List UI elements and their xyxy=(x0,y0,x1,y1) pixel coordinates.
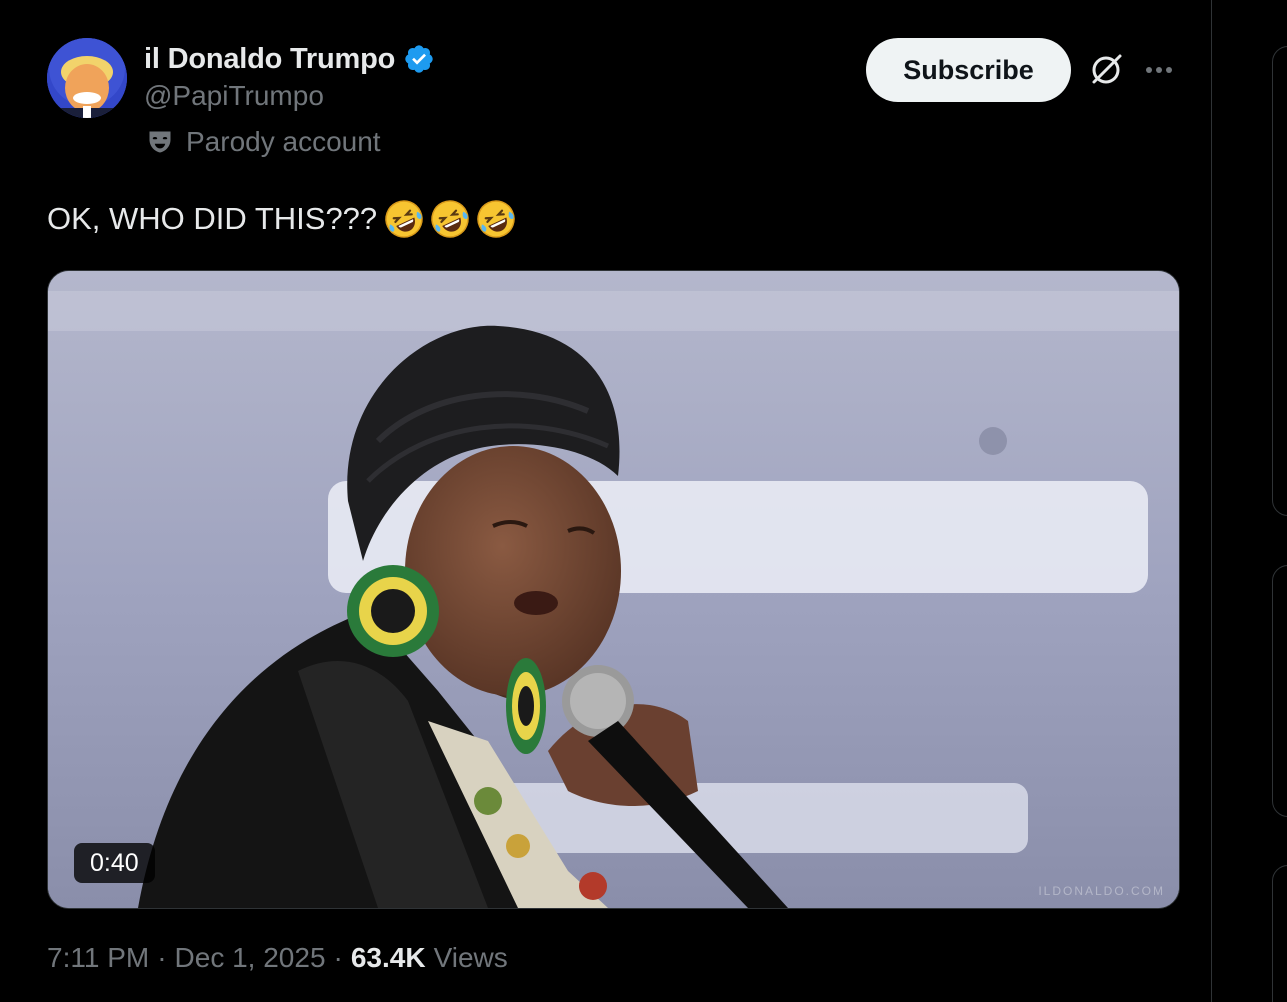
verified-badge-icon[interactable] xyxy=(403,43,435,75)
tweet-text: OK, WHO DID THIS??? xyxy=(47,198,517,240)
tweet-date[interactable]: Dec 1, 2025 xyxy=(175,942,326,974)
video-player[interactable]: 0:40 ILDONALDO.COM xyxy=(47,270,1180,909)
column-divider xyxy=(1211,0,1212,1002)
sidebar-card[interactable] xyxy=(1272,46,1287,516)
meta-separator: · xyxy=(333,942,343,973)
author-name-row[interactable]: il Donaldo Trumpo xyxy=(144,38,435,80)
author-handle[interactable]: @PapiTrumpo xyxy=(144,80,324,112)
rolling-laughing-emoji-icon xyxy=(385,200,423,238)
emoji-group xyxy=(379,198,517,240)
views-label: Views xyxy=(433,942,508,973)
tweet-time[interactable]: 7:11 PM xyxy=(47,942,149,974)
avatar-image xyxy=(47,38,127,118)
grok-icon[interactable] xyxy=(1088,52,1124,88)
author-avatar[interactable] xyxy=(47,38,127,118)
sidebar-card[interactable] xyxy=(1272,565,1287,817)
sidebar-card[interactable] xyxy=(1272,865,1287,1002)
theater-mask-icon xyxy=(149,131,171,153)
tweet-meta: 7:11 PM · Dec 1, 2025 · 63.4K Views xyxy=(47,942,508,974)
video-thumbnail[interactable] xyxy=(48,271,1179,908)
video-duration-badge: 0:40 xyxy=(74,843,155,883)
author-display-name[interactable]: il Donaldo Trumpo xyxy=(144,43,395,76)
subscribe-button[interactable]: Subscribe xyxy=(866,38,1071,102)
meta-separator: · xyxy=(157,942,167,973)
video-watermark: ILDONALDO.COM xyxy=(1038,884,1165,898)
more-options-icon[interactable] xyxy=(1143,56,1175,84)
tweet-text-content: OK, WHO DID THIS??? xyxy=(47,201,378,236)
rolling-laughing-emoji-icon xyxy=(431,200,469,238)
parody-label-text: Parody account xyxy=(186,126,381,157)
rolling-laughing-emoji-icon xyxy=(477,200,515,238)
tweet-page: il Donaldo Trumpo @PapiTrumpo Parody acc… xyxy=(0,0,1287,1002)
parody-label: Parody account xyxy=(146,126,381,158)
views-count[interactable]: 63.4K xyxy=(351,942,426,974)
